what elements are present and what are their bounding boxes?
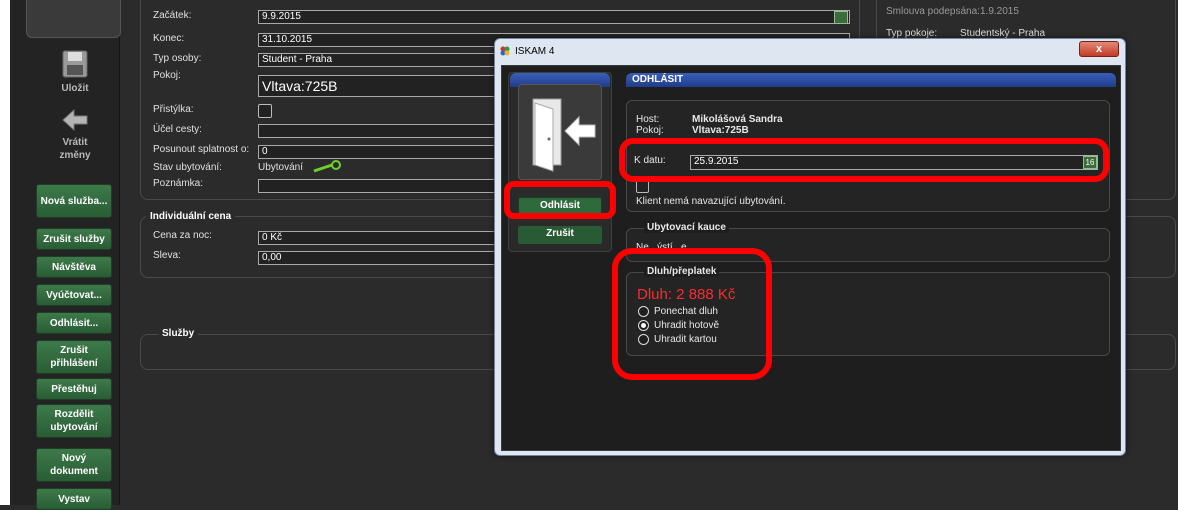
purpose-label: Účel cesty: bbox=[153, 124, 202, 135]
bill-button[interactable]: Vyúčtovat... bbox=[36, 284, 112, 306]
cancel-services-button[interactable]: Zrušit služby bbox=[36, 228, 112, 250]
move-label: Přestěhuj bbox=[51, 383, 97, 395]
extra-bed-label: Přistýlka: bbox=[153, 104, 194, 115]
floppy-disk-icon bbox=[62, 50, 88, 78]
revert-label-line1: Vrátit bbox=[62, 137, 88, 148]
exit-door-icon bbox=[532, 98, 596, 172]
individual-price-title: Individuální cena bbox=[146, 211, 236, 222]
issue-label: Vystav bbox=[58, 493, 90, 505]
checkout-button[interactable]: Odhlásit bbox=[518, 197, 602, 215]
date-label: K datu: bbox=[634, 155, 666, 166]
new-document-button[interactable]: Nový dokument bbox=[36, 448, 112, 482]
person-type-field[interactable]: Student - Praha bbox=[258, 53, 498, 67]
visit-button[interactable]: Návštěva bbox=[36, 256, 112, 278]
no-followup-text: Klient nemá navazující ubytování. bbox=[636, 196, 786, 207]
host-label: Host: bbox=[636, 114, 660, 125]
radio-keep-debt[interactable] bbox=[638, 306, 649, 317]
checkout-side-button[interactable]: Odhlásit... bbox=[36, 312, 112, 334]
issue-button[interactable]: Vystav bbox=[36, 488, 112, 510]
purpose-field[interactable] bbox=[258, 124, 498, 138]
checkout-side-label: Odhlásit... bbox=[49, 317, 99, 329]
debt-title: Dluh/přeplatek bbox=[644, 266, 720, 277]
status-label: Stav ubytování: bbox=[153, 162, 222, 173]
contract-value: 1.9.2015 bbox=[980, 6, 1019, 17]
start-label: Začátek: bbox=[153, 10, 192, 21]
cancel-login-label: Zrušit přihlášení bbox=[50, 345, 98, 369]
dialog-header-title: ODHLÁSIT bbox=[632, 74, 684, 85]
new-service-button[interactable]: Nová služba... bbox=[36, 184, 112, 218]
exit-door-tile bbox=[518, 84, 602, 180]
price-per-night-label: Cena za noc: bbox=[153, 230, 212, 241]
new-service-label: Nová služba... bbox=[40, 195, 108, 207]
cancel-login-button[interactable]: Zrušit přihlášení bbox=[36, 340, 112, 374]
price-per-night-field[interactable]: 0 Kč bbox=[258, 231, 498, 245]
room-field[interactable]: Vltava:725B bbox=[258, 75, 498, 97]
bill-label: Vyúčtovat... bbox=[46, 289, 102, 301]
move-button[interactable]: Přestěhuj bbox=[36, 378, 112, 400]
deposit-title: Ubytovací kauce bbox=[644, 222, 729, 233]
calendar-icon[interactable] bbox=[834, 11, 848, 24]
close-button[interactable]: x bbox=[1079, 41, 1119, 57]
services-title: Služby bbox=[158, 328, 199, 339]
note-field[interactable] bbox=[258, 179, 498, 193]
option-keep-debt[interactable]: Ponechat dluh bbox=[654, 306, 718, 317]
revert-label-line2: změny bbox=[59, 150, 91, 161]
cancel-services-label: Zrušit služby bbox=[43, 233, 105, 245]
discount-label: Sleva: bbox=[153, 250, 181, 261]
cancel-button[interactable]: Zrušit bbox=[518, 226, 602, 244]
followup-checkbox[interactable] bbox=[636, 180, 649, 193]
revert-button[interactable]: Vrátit změny bbox=[40, 108, 110, 162]
room-label: Pokoj: bbox=[153, 70, 181, 81]
split-stay-button[interactable]: Rozdělit ubytování bbox=[36, 404, 112, 438]
window-edge bbox=[0, 0, 10, 505]
undo-arrow-icon bbox=[62, 108, 88, 132]
radio-pay-cash[interactable] bbox=[638, 320, 649, 331]
discount-field[interactable]: 0,00 bbox=[258, 251, 498, 265]
host-value: Mikolášová Sandra bbox=[692, 114, 783, 125]
deposit-section bbox=[626, 228, 1110, 262]
split-stay-label: Rozdělit ubytování bbox=[50, 409, 98, 433]
postpone-field[interactable]: 0 bbox=[258, 145, 498, 159]
dialog-titlebar[interactable]: ISKAM 4 bbox=[495, 39, 1125, 63]
key-icon bbox=[313, 160, 341, 173]
save-button[interactable]: Uložit bbox=[40, 50, 110, 95]
option-pay-card[interactable]: Uhradit kartou bbox=[654, 334, 717, 345]
status-value: Ubytování bbox=[258, 162, 304, 173]
toolbar-top-tile bbox=[26, 0, 121, 38]
new-document-label: Nový dokument bbox=[50, 453, 98, 477]
person-type-label: Typ osoby: bbox=[153, 53, 202, 64]
debt-amount: Dluh: 2 888 Kč bbox=[637, 286, 736, 303]
date-field[interactable]: 25.9.2015 bbox=[690, 155, 1098, 170]
dialog-calendar-icon[interactable]: 16 bbox=[1083, 156, 1097, 169]
dialog-header-bar bbox=[626, 73, 1116, 87]
deposit-text: Ne...ýstí...e. bbox=[636, 242, 690, 253]
visit-label: Návštěva bbox=[52, 261, 96, 273]
start-date-field[interactable]: 9.9.2015 bbox=[258, 10, 850, 24]
extra-bed-checkbox[interactable] bbox=[258, 104, 272, 118]
postpone-label: Posunout splatnost o: bbox=[153, 144, 250, 155]
save-label: Uložit bbox=[61, 83, 89, 94]
dialog-room-label: Pokoj: bbox=[636, 125, 664, 136]
app-logo-icon bbox=[500, 46, 510, 56]
dialog-room-value: Vltava:725B bbox=[692, 125, 749, 136]
radio-pay-card[interactable] bbox=[638, 334, 649, 345]
option-pay-cash[interactable]: Uhradit hotově bbox=[654, 320, 719, 331]
note-label: Poznámka: bbox=[153, 178, 204, 189]
end-label: Konec: bbox=[153, 33, 185, 44]
dialog-title: ISKAM 4 bbox=[515, 45, 555, 57]
contract-label: Smlouva podepsána: bbox=[886, 6, 980, 17]
